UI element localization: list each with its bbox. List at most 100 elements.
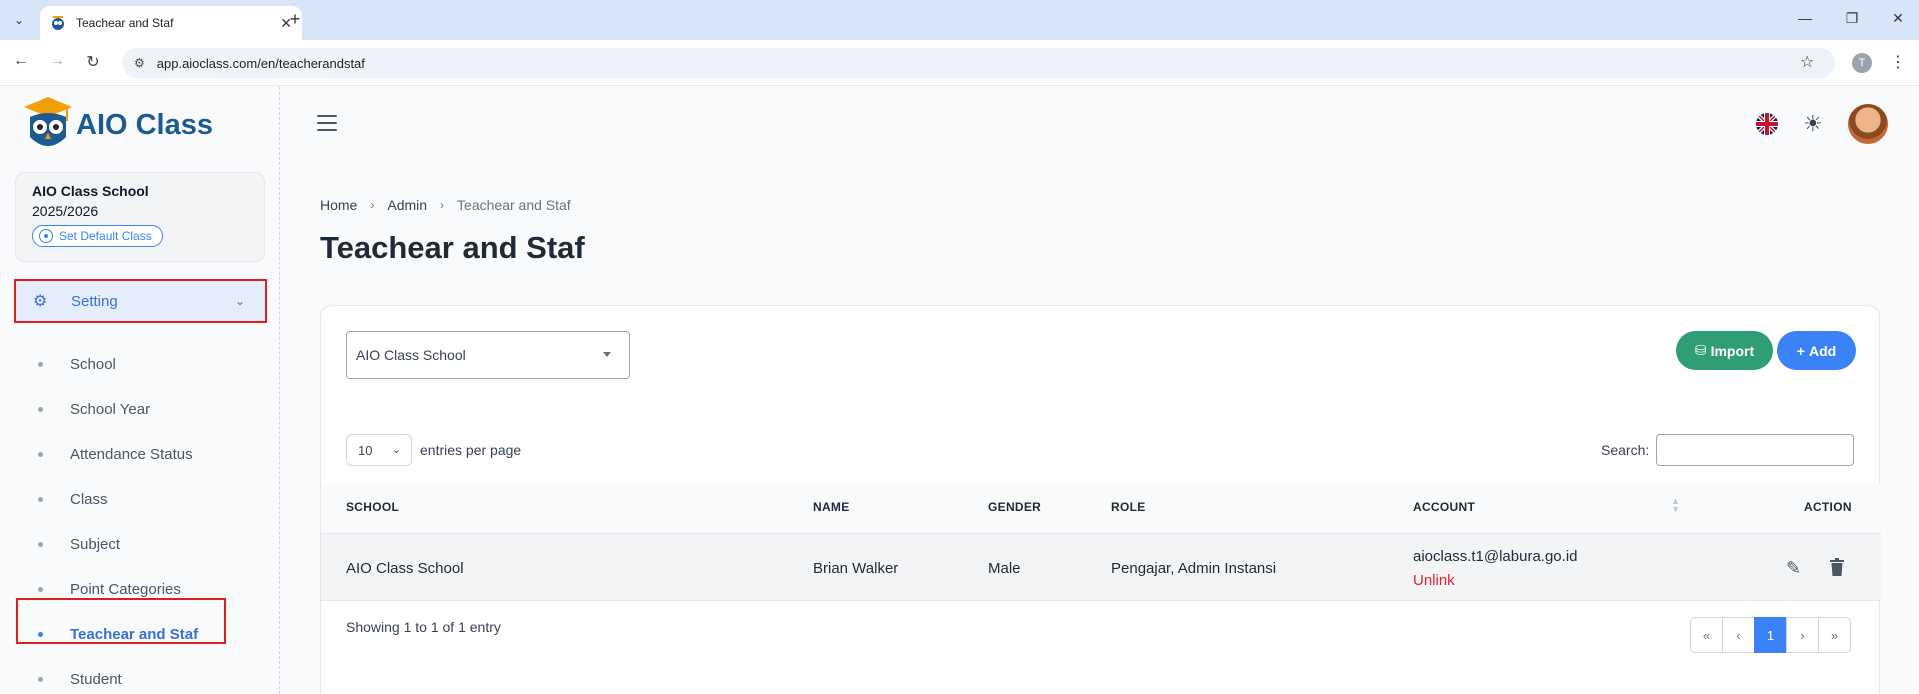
set-default-class-label: Set Default Class: [59, 229, 152, 243]
forward-icon[interactable]: →: [46, 52, 68, 70]
breadcrumb-admin[interactable]: Admin: [387, 197, 427, 213]
chevron-right-icon: ›: [370, 198, 375, 212]
browser-address-bar: ← → ↻ ⚙ app.aioclass.com/en/teacherandst…: [0, 40, 1919, 86]
cell-gender: Male: [988, 560, 1021, 577]
browser-profile-avatar[interactable]: T: [1852, 53, 1872, 73]
th-role[interactable]: ROLE: [1111, 500, 1146, 514]
page-next-button[interactable]: ›: [1786, 617, 1819, 653]
sort-icon[interactable]: ▲ ▼: [1671, 497, 1680, 514]
sidebar-item-school-year[interactable]: School Year: [0, 394, 280, 424]
page-prev-button[interactable]: ‹: [1722, 617, 1755, 653]
sidebar-item-school[interactable]: School: [0, 349, 280, 379]
page-first-button[interactable]: «: [1690, 617, 1723, 653]
cell-account: aioclass.t1@labura.go.id: [1413, 548, 1578, 565]
owl-favicon-icon: [52, 16, 64, 30]
pagination: « ‹ 1 › »: [1690, 617, 1851, 653]
chevron-right-icon: ›: [440, 198, 445, 212]
chevron-down-icon: ⌄: [391, 444, 401, 456]
sidebar-item-subject[interactable]: Subject: [0, 529, 280, 559]
trash-icon[interactable]: [1829, 558, 1845, 576]
sidebar-item-student[interactable]: Student: [0, 664, 280, 694]
brand-name: AIO Class: [76, 108, 213, 141]
th-gender[interactable]: GENDER: [988, 500, 1041, 514]
bullet-icon: [38, 496, 43, 502]
user-avatar[interactable]: [1848, 104, 1888, 144]
add-button-label: Add: [1808, 342, 1837, 359]
new-tab-icon[interactable]: +: [284, 9, 306, 30]
staff-table: SCHOOL NAME GENDER ROLE ACCOUNT ▲ ▼ ACTIO…: [321, 483, 1881, 601]
page-title: Teachear and Staf: [320, 230, 585, 265]
school-year: 2025/2026: [32, 203, 99, 219]
page-last-button[interactable]: »: [1818, 617, 1851, 653]
breadcrumb-home[interactable]: Home: [320, 197, 357, 213]
showing-entries-text: Showing 1 to 1 of 1 entry: [346, 619, 501, 635]
back-icon[interactable]: ←: [10, 52, 32, 70]
cell-role: Pengajar, Admin Instansi: [1111, 560, 1277, 577]
sidebar-item-label: Point Categories: [70, 580, 181, 598]
school-select-value: AIO Class School: [356, 347, 466, 363]
page-1-button[interactable]: 1: [1754, 617, 1787, 653]
bullet-icon: [38, 361, 43, 367]
owl-logo-icon: [24, 97, 72, 146]
import-button[interactable]: ⛁ Import: [1676, 331, 1773, 370]
breadcrumb-current: Teachear and Staf: [457, 197, 571, 213]
bullet-icon: [38, 541, 43, 547]
database-icon: ⛁: [1694, 342, 1707, 358]
browser-tab-bar: ⌄ Teachear and Staf ✕ + — ❐ ✕: [0, 0, 1919, 40]
unlink-link[interactable]: Unlink: [1413, 572, 1455, 589]
uk-flag-icon[interactable]: [1756, 113, 1778, 135]
set-default-class-button[interactable]: Set Default Class: [32, 225, 163, 247]
sidebar-item-attendance-status[interactable]: Attendance Status: [0, 439, 280, 469]
search-label: Search:: [1601, 442, 1650, 458]
window-close-icon[interactable]: ✕: [1888, 10, 1908, 27]
school-select[interactable]: AIO Class School: [346, 331, 630, 379]
sidebar: AIO Class AIO Class School 2025/2026 Set…: [0, 87, 280, 694]
cell-school: AIO Class School: [346, 560, 464, 577]
bookmark-star-icon[interactable]: ☆: [1800, 52, 1814, 72]
url-field[interactable]: ⚙ app.aioclass.com/en/teacherandstaf: [122, 48, 1835, 78]
restore-icon[interactable]: ❐: [1842, 10, 1862, 27]
bullet-icon: [38, 451, 43, 457]
brand-logo[interactable]: AIO Class: [22, 95, 213, 155]
site-info-icon[interactable]: ⚙: [134, 56, 145, 70]
sidebar-item-label: Subject: [70, 535, 121, 553]
school-card: AIO Class School 2025/2026 Set Default C…: [15, 172, 265, 262]
import-button-label: Import: [1710, 342, 1755, 359]
entries-select[interactable]: 10 ⌄: [346, 434, 412, 466]
th-name[interactable]: NAME: [813, 500, 850, 514]
browser-tab[interactable]: Teachear and Staf ✕: [40, 6, 302, 40]
hamburger-menu-icon[interactable]: [317, 115, 337, 131]
tab-search-chevron-icon[interactable]: ⌄: [8, 9, 30, 31]
bullet-icon: [38, 676, 43, 682]
breadcrumb: Home › Admin › Teachear and Staf: [320, 197, 571, 213]
add-button[interactable]: + Add: [1777, 331, 1856, 370]
browser-menu-icon[interactable]: ⋮: [1890, 52, 1906, 72]
highlight-teacher-box: [16, 598, 226, 644]
sidebar-item-label: School Year: [70, 400, 151, 418]
sidebar-item-class[interactable]: Class: [0, 484, 280, 514]
plus-icon: +: [1796, 342, 1805, 359]
minimize-icon[interactable]: —: [1795, 10, 1815, 26]
theme-sun-icon[interactable]: ☀: [1803, 111, 1823, 137]
table-row: AIO Class School Brian Walker Male Penga…: [321, 533, 1881, 601]
entries-per-page: 10 ⌄ entries per page: [346, 434, 521, 466]
th-school[interactable]: SCHOOL: [346, 500, 399, 514]
sidebar-item-label: Attendance Status: [70, 445, 193, 463]
th-action: ACTION: [1804, 500, 1852, 514]
edit-icon[interactable]: ✎: [1786, 558, 1801, 579]
entries-label: entries per page: [420, 442, 522, 458]
sidebar-item-label: Class: [70, 490, 108, 508]
school-name: AIO Class School: [32, 183, 149, 199]
caret-down-icon: [603, 352, 611, 357]
th-account[interactable]: ACCOUNT: [1413, 500, 1475, 514]
reload-icon[interactable]: ↻: [82, 52, 104, 72]
target-icon: [39, 229, 53, 243]
content-card: AIO Class School ⛁ Import + Add 10 ⌄ ent…: [320, 305, 1881, 694]
highlight-setting-box: [14, 279, 267, 323]
tab-title: Teachear and Staf: [76, 16, 174, 30]
sidebar-item-label: School: [70, 355, 116, 373]
table-header: SCHOOL NAME GENDER ROLE ACCOUNT ▲ ▼ ACTIO…: [321, 483, 1881, 533]
entries-select-value: 10: [358, 442, 373, 458]
search-input[interactable]: [1656, 434, 1855, 466]
bullet-icon: [38, 406, 43, 412]
